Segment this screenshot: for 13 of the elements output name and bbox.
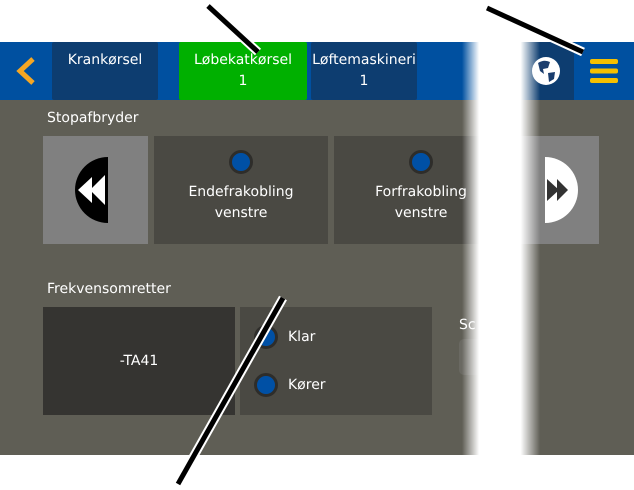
section-title: Stopafbryder — [47, 110, 140, 128]
tab[interactable]: Krankørsel — [52, 42, 158, 100]
section-title: Frekvensomretter — [47, 281, 172, 299]
tab[interactable]: Løftemaskineri 1 — [311, 42, 417, 100]
previous-button[interactable] — [43, 136, 148, 244]
switch-label: Forfrakobling venstre — [374, 183, 468, 223]
switch-label: Endefrakobling venstre — [187, 183, 295, 223]
menu-icon — [589, 56, 619, 86]
status-label: Klar — [288, 329, 316, 345]
chevron-left-icon — [15, 56, 37, 86]
status-label: Kører — [288, 377, 326, 393]
device-name: -TA41 — [43, 307, 235, 415]
globe-icon — [530, 55, 562, 87]
